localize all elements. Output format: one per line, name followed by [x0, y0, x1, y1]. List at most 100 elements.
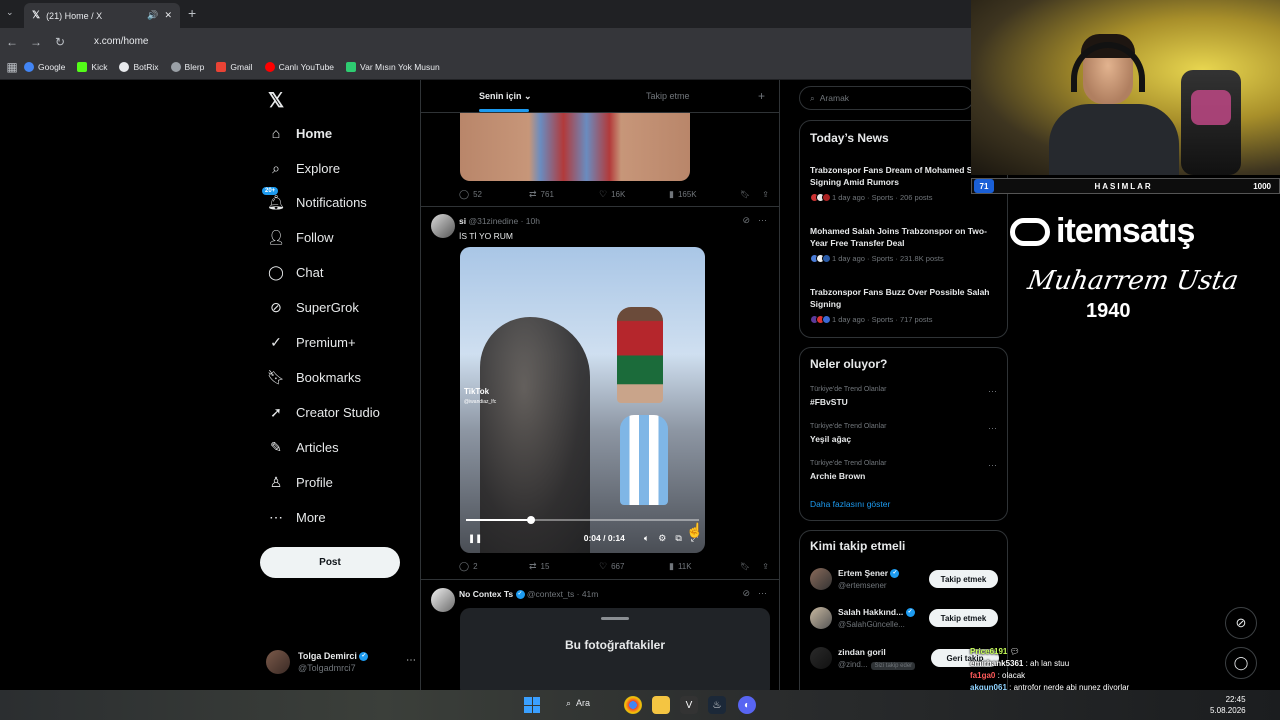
webcam-overlay: [971, 0, 1280, 175]
follow-suggestion-handle: @SalahGüncelle...: [838, 620, 905, 629]
reply-button[interactable]: ◯ 52: [459, 189, 529, 200]
nav-creator-studio[interactable]: ➚ Creator Studio: [268, 397, 380, 427]
views-button[interactable]: ▮ 11K: [669, 561, 739, 572]
repost-button[interactable]: ⇄ 761: [529, 189, 599, 200]
avatar[interactable]: [431, 588, 455, 612]
nav-chat[interactable]: ◯ Chat: [268, 257, 323, 287]
bookmark-var-misin[interactable]: Var Mısın Yok Musun: [346, 62, 440, 72]
follow-button[interactable]: Takip etmek: [929, 609, 998, 627]
follow-suggestion-name[interactable]: Ertem Şener ✓: [838, 568, 900, 579]
follow-suggestion-name[interactable]: zindan goril: [838, 647, 886, 657]
repost-button[interactable]: ⇄ 15: [529, 561, 599, 572]
video-progress-bar[interactable]: [466, 516, 699, 524]
search-input[interactable]: ⌕ Aramak: [799, 86, 974, 110]
bookmark-icon[interactable]: 🔖︎: [740, 190, 750, 199]
tab-following[interactable]: Takip etme: [646, 91, 690, 101]
new-tab-button[interactable]: +: [188, 5, 196, 21]
nav-notifications[interactable]: 🔔︎ 20+ Notifications: [262, 187, 367, 217]
itemsatis-brand: itemsatış: [1010, 212, 1195, 251]
forward-icon[interactable]: →: [24, 35, 48, 49]
post-button[interactable]: Post: [260, 547, 400, 578]
bookmark-gmail[interactable]: Gmail: [216, 62, 253, 72]
settings-icon[interactable]: ⚙: [658, 533, 666, 544]
more-icon[interactable]: ⋯: [406, 655, 416, 666]
tweet-author[interactable]: No Contex Ts: [459, 589, 513, 599]
tab-close-icon[interactable]: ✕: [164, 10, 172, 21]
bookmark-botrix[interactable]: BotRix: [119, 62, 159, 72]
pause-icon[interactable]: ❚❚: [468, 533, 482, 544]
back-icon[interactable]: ←: [0, 35, 24, 49]
nav-articles[interactable]: ✎ Articles: [268, 432, 339, 462]
trend-name[interactable]: Archie Brown: [810, 471, 865, 481]
bookmark-youtube[interactable]: Canlı YouTube: [264, 62, 334, 72]
nav-follow[interactable]: 👤︎ Follow: [267, 222, 333, 252]
verified-icon: ✓: [359, 652, 369, 662]
apps-icon[interactable]: ▦: [0, 60, 24, 74]
like-button[interactable]: ♡ 16K: [599, 189, 669, 200]
tab-audio-icon[interactable]: 🔊: [147, 10, 158, 21]
tweet-image[interactable]: [460, 113, 690, 181]
tab-search-icon[interactable]: ⌄: [6, 7, 14, 18]
avatar[interactable]: [431, 214, 455, 238]
more-icon[interactable]: ⋯: [988, 460, 997, 471]
grok-icon[interactable]: ⊘: [742, 215, 750, 226]
nav-bookmarks[interactable]: 🔖︎ Bookmarks: [267, 362, 361, 392]
avatar[interactable]: [810, 647, 832, 669]
account-switcher[interactable]: Tolga Demirci ✓ @Tolgadmrci7 ⋯: [266, 647, 416, 677]
share-icon[interactable]: ⇪: [762, 562, 769, 571]
steam-icon[interactable]: ♨: [708, 696, 726, 714]
bookmark-google[interactable]: Google: [24, 62, 65, 72]
follow-suggestion-name[interactable]: Salah Hakkınd... ✓: [838, 607, 915, 618]
nav-more[interactable]: ⋯ More: [268, 502, 326, 532]
nav-home[interactable]: ⌂ Home: [268, 118, 332, 148]
x-favicon-icon: 𝕏: [32, 10, 41, 21]
news-item-title[interactable]: Trabzonspor Fans Buzz Over Possible Sala…: [810, 286, 1002, 310]
tweet-tools: ⊘ ⋯: [742, 588, 767, 599]
messages-float-button[interactable]: ◯: [1225, 647, 1257, 679]
more-icon[interactable]: ⋯: [988, 386, 997, 397]
tweet-author[interactable]: si: [459, 216, 466, 226]
reply-button[interactable]: ◯ 2: [459, 561, 529, 572]
follow-button[interactable]: Takip etmek: [929, 570, 998, 588]
video-player[interactable]: TikTok @iwandiaz_lfc ❚❚ 0:04 / 0:14 🔈︎ ⚙…: [460, 247, 705, 553]
add-tab-icon[interactable]: +: [758, 89, 765, 103]
chrome-icon[interactable]: [624, 696, 642, 714]
volume-icon[interactable]: 🔈︎: [644, 533, 649, 544]
dock-icon[interactable]: ⧉: [675, 533, 681, 544]
tweet-text: İS Tİ YO RUM: [459, 231, 514, 241]
more-icon[interactable]: ⋯: [758, 215, 767, 226]
news-item-title[interactable]: Mohamed Salah Joins Trabzonspor on Two-Y…: [810, 225, 1002, 249]
nav-supergrok[interactable]: ⊘ SuperGrok: [268, 292, 359, 322]
grok-icon[interactable]: ⊘: [742, 588, 750, 599]
avatar[interactable]: [810, 568, 832, 590]
valorant-icon[interactable]: V: [680, 696, 698, 714]
more-icon[interactable]: ⋯: [758, 588, 767, 599]
share-icon[interactable]: ⇪: [762, 190, 769, 199]
nav-premium[interactable]: ✓ Premium+: [268, 327, 355, 357]
grok-icon: ⊘: [1235, 615, 1247, 630]
tab-for-you[interactable]: Senin için ⌄: [479, 91, 532, 102]
avatar[interactable]: [810, 607, 832, 629]
taskbar-clock[interactable]: 22:45 5.08.2026: [1210, 694, 1246, 716]
trend-name[interactable]: #FBvSTU: [810, 397, 848, 407]
x-logo-icon[interactable]: 𝕏: [268, 88, 284, 113]
taskbar-search[interactable]: ⌕ Ara: [566, 698, 590, 709]
tweet-media-card[interactable]: Bu fotoğraftakiler: [460, 608, 770, 690]
trend-name[interactable]: Yeşil ağaç: [810, 434, 851, 444]
bookmark-blerp[interactable]: Blerp: [170, 62, 204, 72]
url-field[interactable]: x.com/home: [84, 36, 148, 47]
reload-icon[interactable]: ↻: [48, 35, 72, 49]
grok-float-button[interactable]: ⊘: [1225, 607, 1257, 639]
nav-profile[interactable]: ♙ Profile: [268, 467, 333, 497]
more-icon[interactable]: ⋯: [988, 423, 997, 434]
views-button[interactable]: ▮ 165K: [669, 189, 739, 200]
folder-icon[interactable]: [652, 696, 670, 714]
like-button[interactable]: ♡ 667: [599, 561, 669, 572]
windows-start-icon[interactable]: [524, 697, 540, 713]
show-more-link[interactable]: Daha fazlasını göster: [810, 499, 890, 509]
nav-explore[interactable]: ⌕ Explore: [268, 153, 340, 183]
bookmark-icon[interactable]: 🔖︎: [740, 562, 750, 571]
discord-icon[interactable]: ◐: [738, 696, 756, 714]
bookmark-kick[interactable]: Kick: [77, 62, 107, 72]
browser-tab[interactable]: 𝕏 (21) Home / X 🔊 ✕: [24, 3, 180, 28]
